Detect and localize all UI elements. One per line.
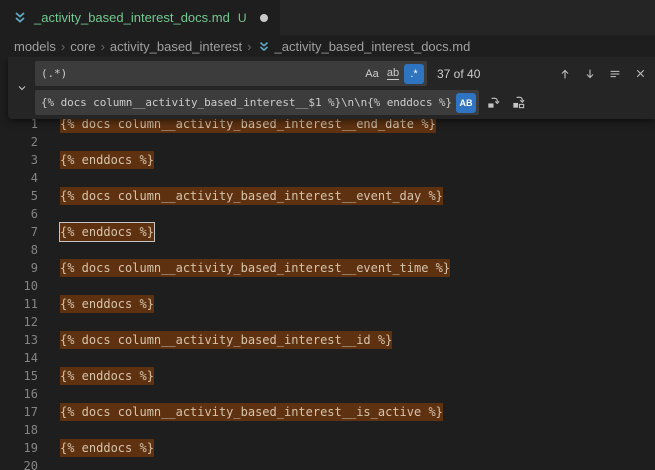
line-number: 11 <box>0 295 38 313</box>
find-in-selection-button[interactable] <box>604 63 626 85</box>
whole-word-label: ab <box>387 67 399 80</box>
replace-all-button[interactable] <box>507 92 529 114</box>
line-number: 3 <box>0 151 38 169</box>
markdown-file-icon <box>12 10 28 26</box>
editor-tab[interactable]: _activity_based_interest_docs.md U <box>0 0 280 35</box>
regex-label: .* <box>410 68 417 80</box>
replace-input-box: AB <box>35 90 479 115</box>
editor-line[interactable]: 14 <box>0 349 655 367</box>
editor-line[interactable]: 4 <box>0 169 655 187</box>
breadcrumb-item-models[interactable]: models <box>14 39 56 54</box>
editor-line[interactable]: 6 <box>0 205 655 223</box>
line-text: {% enddocs %} <box>60 223 154 241</box>
regex-button[interactable]: .* <box>404 64 424 84</box>
line-number: 8 <box>0 241 38 259</box>
preserve-case-label: AB <box>460 98 473 108</box>
line-number: 9 <box>0 259 38 277</box>
whole-word-button[interactable]: ab <box>383 64 403 84</box>
editor-line[interactable]: 19 {% enddocs %} <box>0 439 655 457</box>
line-number: 17 <box>0 403 38 421</box>
replace-row: AB <box>35 90 651 115</box>
breadcrumb-item-core[interactable]: core <box>70 39 95 54</box>
chevron-right-icon: › <box>61 39 65 54</box>
toggle-replace-button[interactable] <box>8 61 35 115</box>
line-text: {% docs column__activity_based_interest_… <box>60 187 443 205</box>
markdown-file-icon <box>257 40 271 54</box>
editor-line[interactable]: 15 {% enddocs %} <box>0 367 655 385</box>
replace-all-icon <box>511 95 526 110</box>
line-number: 19 <box>0 439 38 457</box>
find-results-count: 37 of 40 <box>437 67 480 81</box>
close-find-button[interactable] <box>629 63 651 85</box>
arrow-up-icon <box>558 67 572 81</box>
editor-line[interactable]: 2 <box>0 133 655 151</box>
line-number: 20 <box>0 457 38 470</box>
editor[interactable]: 1 {% docs column__activity_based_interes… <box>0 57 655 470</box>
tab-bar: _activity_based_interest_docs.md U <box>0 0 655 35</box>
breadcrumb-item-filename[interactable]: _activity_based_interest_docs.md <box>275 39 471 54</box>
line-number: 5 <box>0 187 38 205</box>
preserve-case-button[interactable]: AB <box>456 93 476 113</box>
selection-lines-icon <box>608 67 622 81</box>
breadcrumb: models › core › activity_based_interest … <box>0 35 655 57</box>
match-case-button[interactable]: Aa <box>362 64 382 84</box>
chevron-down-icon <box>16 82 28 94</box>
breadcrumb-item-activity-based-interest[interactable]: activity_based_interest <box>110 39 242 54</box>
arrow-down-icon <box>583 67 597 81</box>
editor-line[interactable]: 8 <box>0 241 655 259</box>
git-status-badge: U <box>238 11 247 25</box>
chevron-right-icon: › <box>101 39 105 54</box>
line-number: 7 <box>0 223 38 241</box>
editor-line[interactable]: 20 <box>0 457 655 470</box>
close-icon <box>634 67 647 80</box>
find-row: Aa ab .* 37 of 40 <box>35 61 651 86</box>
find-input-box: Aa ab .* <box>35 61 427 86</box>
replace-button[interactable] <box>482 92 504 114</box>
line-number: 13 <box>0 331 38 349</box>
editor-line[interactable]: 17 {% docs column__activity_based_intere… <box>0 403 655 421</box>
find-widget-body: Aa ab .* 37 of 40 <box>35 61 651 115</box>
find-replace-widget: Aa ab .* 37 of 40 <box>8 57 655 119</box>
editor-line[interactable]: 5 {% docs column__activity_based_interes… <box>0 187 655 205</box>
replace-input[interactable] <box>41 96 455 109</box>
line-number: 15 <box>0 367 38 385</box>
line-text: {% enddocs %} <box>60 367 154 385</box>
tab-filename: _activity_based_interest_docs.md <box>34 10 230 25</box>
editor-line[interactable]: 9 {% docs column__activity_based_interes… <box>0 259 655 277</box>
editor-line[interactable]: 16 <box>0 385 655 403</box>
match-case-label: Aa <box>365 68 378 80</box>
find-next-button[interactable] <box>579 63 601 85</box>
editor-line[interactable]: 3 {% enddocs %} <box>0 151 655 169</box>
line-text: {% enddocs %} <box>60 439 154 457</box>
chevron-right-icon: › <box>247 39 251 54</box>
line-number: 12 <box>0 313 38 331</box>
line-number: 2 <box>0 133 38 151</box>
editor-line[interactable]: 13 {% docs column__activity_based_intere… <box>0 331 655 349</box>
unsaved-changes-dot[interactable] <box>260 14 268 22</box>
editor-line[interactable]: 12 <box>0 313 655 331</box>
editor-line[interactable]: 10 <box>0 277 655 295</box>
line-number: 14 <box>0 349 38 367</box>
line-text: {% docs column__activity_based_interest_… <box>60 259 450 277</box>
line-text: {% docs column__activity_based_interest_… <box>60 331 392 349</box>
line-number: 10 <box>0 277 38 295</box>
line-number: 18 <box>0 421 38 439</box>
find-input[interactable] <box>41 67 361 80</box>
editor-line[interactable]: 18 <box>0 421 655 439</box>
editor-line[interactable]: 7 {% enddocs %} <box>0 223 655 241</box>
editor-line[interactable]: 11 {% enddocs %} <box>0 295 655 313</box>
line-text: {% enddocs %} <box>60 295 154 313</box>
line-number: 6 <box>0 205 38 223</box>
line-text: {% enddocs %} <box>60 151 154 169</box>
line-number: 4 <box>0 169 38 187</box>
replace-icon <box>486 95 501 110</box>
line-text: {% docs column__activity_based_interest_… <box>60 403 443 421</box>
line-number: 16 <box>0 385 38 403</box>
find-previous-button[interactable] <box>554 63 576 85</box>
